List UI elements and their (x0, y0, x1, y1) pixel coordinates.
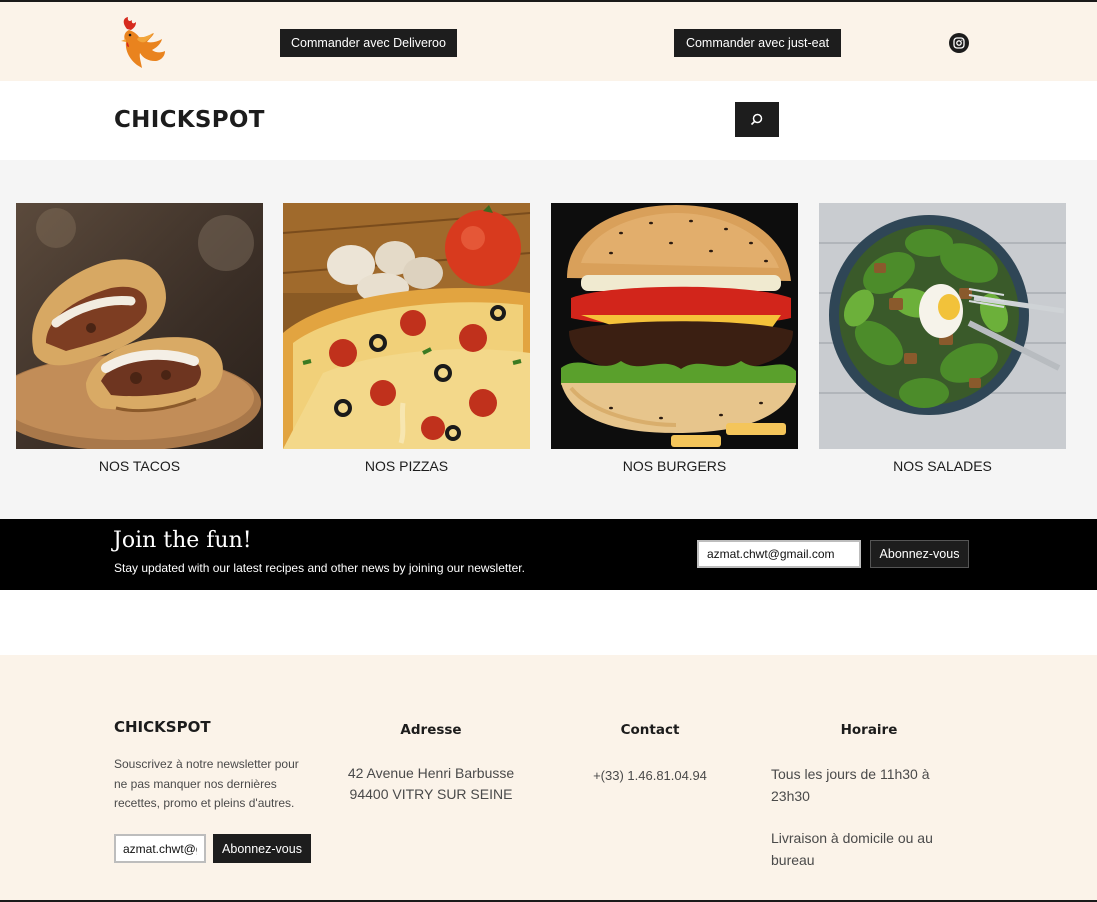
burger-photo[interactable] (551, 203, 798, 449)
search-button[interactable] (735, 102, 779, 137)
order-justeat-button[interactable]: Commander avec just-eat (674, 29, 841, 57)
top-bar: Commander avec Deliveroo Commander avec … (0, 2, 1097, 81)
tacos-photo[interactable] (16, 203, 263, 449)
category-label[interactable]: NOS SALADES (819, 458, 1066, 474)
instagram-icon[interactable] (949, 33, 969, 53)
address-line-2: 94400 VITRY SUR SEINE (349, 786, 513, 802)
site-footer: CHICKSPOT Souscrivez à notre newsletter … (0, 655, 1097, 900)
address-text: 42 Avenue Henri Barbusse 94400 VITRY SUR… (331, 763, 531, 805)
newsletter-subtitle: Stay updated with our latest recipes and… (114, 561, 525, 575)
footer-description: Souscrivez à notre newsletter pour ne pa… (114, 757, 299, 810)
rooster-logo-icon[interactable] (115, 15, 169, 70)
footer-email-input[interactable] (114, 834, 206, 863)
delivery-info: Livraison à domicile ou au bureau (771, 830, 933, 868)
newsletter-band: Join the fun! Stay updated with our late… (0, 519, 1097, 590)
address-line-1: 42 Avenue Henri Barbusse (347, 765, 515, 781)
order-deliveroo-button[interactable]: Commander avec Deliveroo (280, 29, 457, 57)
category-label[interactable]: NOS BURGERS (551, 458, 798, 474)
site-title[interactable]: CHICKSPOT (114, 107, 265, 133)
address-title: Adresse (400, 722, 462, 738)
pizza-photo[interactable] (283, 203, 530, 449)
hours-title: Horaire (840, 722, 898, 738)
newsletter-title: Join the fun! (113, 528, 252, 553)
contact-phone[interactable]: +(33) 1.46.81.04.94 (550, 765, 750, 786)
contact-title: Contact (620, 722, 680, 738)
footer-subscribe-button[interactable]: Abonnez-vous (213, 834, 311, 863)
site-header: CHICKSPOT (0, 81, 1097, 160)
newsletter-subscribe-button[interactable]: Abonnez-vous (870, 540, 969, 568)
salad-photo[interactable] (819, 203, 1066, 449)
search-icon (750, 113, 763, 126)
category-label[interactable]: NOS PIZZAS (283, 458, 530, 474)
categories-section: NOS TACOS NOS PIZZAS NOS BURGERS NOS SAL… (0, 160, 1097, 519)
newsletter-email-input[interactable] (697, 540, 861, 568)
footer-brand: CHICKSPOT (114, 718, 211, 736)
category-label[interactable]: NOS TACOS (16, 458, 263, 474)
opening-hours: Tous les jours de 11h30 à 23h30 (771, 766, 930, 804)
